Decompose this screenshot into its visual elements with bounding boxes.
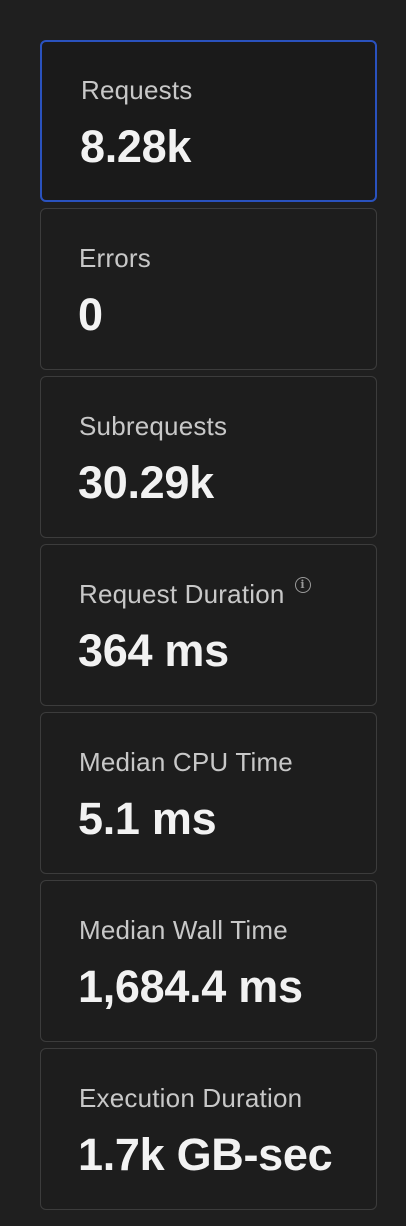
metric-value: 0 <box>78 289 103 340</box>
metric-label: Subrequests <box>79 411 228 441</box>
metric-value: 30.29k <box>78 457 214 508</box>
metric-card-subrequests[interactable]: Subrequests 30.29k <box>40 376 377 538</box>
metric-label: Execution Duration <box>79 1083 303 1113</box>
metric-card-requests[interactable]: Requests 8.28k <box>40 40 377 202</box>
metric-label: Request Duration i <box>79 577 311 610</box>
metric-card-median-cpu-time[interactable]: Median CPU Time 5.1 ms <box>40 712 377 874</box>
metric-value: 1.7k GB-sec <box>78 1129 333 1180</box>
metric-value: 8.28k <box>80 121 192 172</box>
metric-value: 364 ms <box>78 625 229 676</box>
metric-label-text: Request Duration <box>79 579 285 609</box>
metric-card-request-duration[interactable]: Request Duration i 364 ms <box>40 544 377 706</box>
metric-label: Median CPU Time <box>79 747 293 777</box>
metric-card-execution-duration[interactable]: Execution Duration 1.7k GB-sec <box>40 1048 377 1210</box>
metric-label: Requests <box>81 75 193 105</box>
metrics-panel: Requests 8.28k Errors 0 Subrequests 30.2… <box>40 40 377 1216</box>
metric-card-median-wall-time[interactable]: Median Wall Time 1,684.4 ms <box>40 880 377 1042</box>
metric-card-errors[interactable]: Errors 0 <box>40 208 377 370</box>
metric-value: 5.1 ms <box>78 793 217 844</box>
info-icon[interactable]: i <box>294 577 311 593</box>
metric-value: 1,684.4 ms <box>78 961 303 1012</box>
metric-label: Median Wall Time <box>79 915 288 945</box>
metric-label: Errors <box>79 243 151 273</box>
